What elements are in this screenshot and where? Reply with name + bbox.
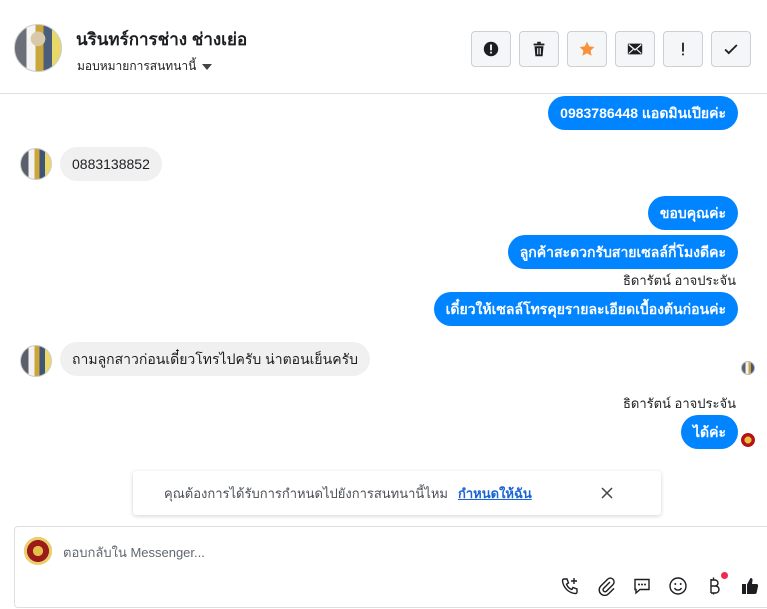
emoji-button[interactable] [667, 575, 689, 597]
composer [14, 526, 767, 608]
envelope-icon [627, 43, 643, 55]
emoji-icon [669, 577, 687, 595]
call-add-icon [561, 578, 578, 595]
contact-avatar[interactable] [14, 24, 62, 72]
contact-avatar-small [20, 148, 52, 180]
saved-reply-icon [634, 578, 650, 595]
mark-unread-button[interactable] [615, 31, 655, 67]
attach-button[interactable] [595, 575, 617, 597]
payment-button[interactable] [703, 572, 728, 597]
assign-to-me-link[interactable]: กำหนดให้ฉัน [458, 483, 532, 504]
message-thread[interactable]: 0983786448 แอดมินเปียค่ะ 0883138852 ขอบค… [0, 94, 767, 526]
assign-prompt-text: คุณต้องการได้รับการกำหนดไปยังการสนทนานี้… [164, 485, 448, 501]
page-seal-icon [741, 433, 755, 447]
report-spam-button[interactable] [471, 31, 511, 67]
contact-name[interactable]: นรินทร์การช่าง ช่างเย่อ [76, 26, 247, 53]
sender-name: ธิดารัตน์ อาจประจัน [622, 396, 736, 411]
delete-button[interactable] [519, 31, 559, 67]
sender-name: ธิดารัตน์ อาจประจัน [622, 273, 736, 288]
reply-input[interactable] [63, 541, 663, 563]
payment-icon [710, 577, 720, 595]
composer-tools [559, 572, 761, 597]
star-button[interactable] [567, 31, 607, 67]
alert-circle-icon [483, 41, 499, 57]
message-bubble-outgoing[interactable]: ขอบคุณค่ะ [647, 196, 738, 230]
saved-reply-button[interactable] [631, 575, 653, 597]
header-actions [471, 31, 751, 67]
message-bubble-outgoing[interactable]: เดี๋ยวให้เซลล์โทรคุยรายละเอียดเบื้องต้นก… [433, 292, 738, 326]
contact-avatar-small [20, 345, 52, 377]
trash-icon [533, 41, 545, 57]
star-icon [579, 41, 595, 56]
page-avatar [24, 537, 52, 565]
exclamation-icon [682, 42, 684, 56]
message-bubble-outgoing[interactable]: ได้ค่ะ [680, 415, 738, 449]
assign-dropdown[interactable]: มอบหมายการสนทนานี้ [77, 57, 213, 76]
conversation-header: นรินทร์การช่าง ช่างเย่อ มอบหมายการสนทนาน… [0, 0, 767, 94]
assign-label: มอบหมายการสนทนานี้ [77, 59, 197, 73]
message-bubble-outgoing[interactable]: 0983786448 แอดมินเปียค่ะ [548, 96, 738, 130]
notification-dot [721, 572, 728, 579]
check-icon [724, 44, 738, 55]
message-bubble-incoming[interactable]: ถามลูกสาวก่อนเดี๋ยวโทรไปครับ น่าตอนเย็นค… [60, 342, 370, 376]
message-bubble-incoming[interactable]: 0883138852 [60, 147, 162, 181]
paperclip-icon [598, 577, 615, 596]
message-bubble-outgoing[interactable]: ลูกค้าสะดวกรับสายเซลล์กี่โมงดีคะ [507, 235, 738, 269]
seen-avatar-icon [741, 361, 755, 375]
close-icon[interactable] [599, 485, 615, 501]
call-add-button[interactable] [559, 575, 581, 597]
like-button[interactable] [739, 575, 761, 597]
mark-done-button[interactable] [711, 31, 751, 67]
assign-prompt: คุณต้องการได้รับการกำหนดไปยังการสนทนานี้… [133, 471, 661, 515]
like-icon [742, 578, 759, 594]
caret-down-icon [202, 63, 213, 70]
follow-up-button[interactable] [663, 31, 703, 67]
